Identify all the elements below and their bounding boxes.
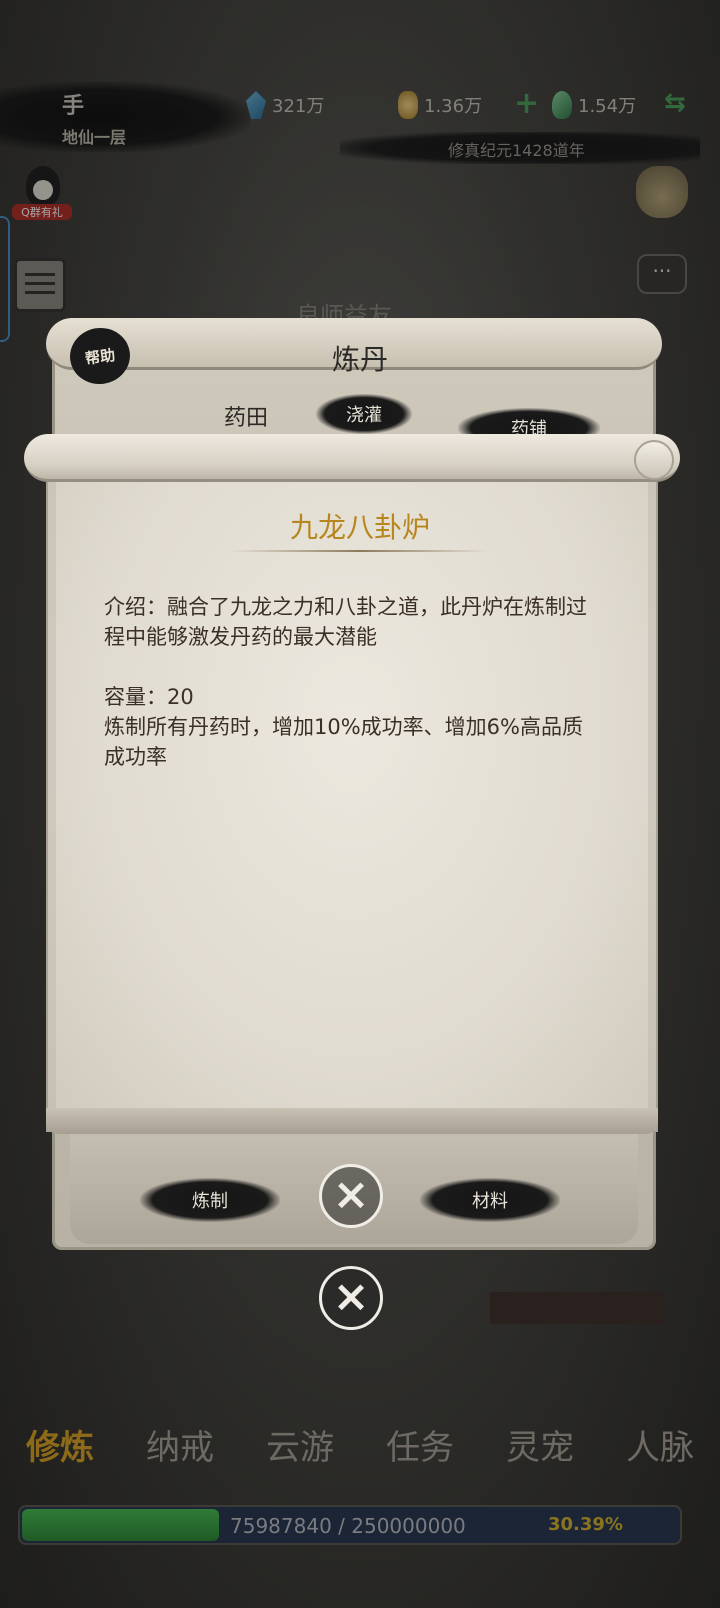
nav-contacts[interactable]: 人脉 bbox=[600, 1420, 720, 1476]
item-description: 介绍：融合了九龙之力和八卦之道，此丹炉在炼制过程中能够激发丹药的最大潜能 bbox=[104, 595, 587, 649]
background-bar bbox=[490, 1292, 664, 1324]
nav-cultivate[interactable]: 修炼 bbox=[0, 1420, 120, 1476]
herb-field-label: 药田 bbox=[224, 406, 269, 431]
scroll-roll-bottom bbox=[46, 1108, 658, 1134]
nav-ring[interactable]: 纳戒 bbox=[120, 1420, 240, 1476]
close-detail-icon[interactable]: × bbox=[319, 1164, 383, 1228]
refine-button[interactable]: 炼制 bbox=[140, 1178, 280, 1222]
close-alchemy-icon[interactable]: × bbox=[319, 1266, 383, 1330]
nav-travel[interactable]: 云游 bbox=[240, 1420, 360, 1476]
item-effect: 炼制所有丹药时，增加10%成功率、增加6%高品质成功率 bbox=[104, 715, 583, 769]
scroll-roll-top bbox=[24, 434, 680, 482]
nav-tasks[interactable]: 任务 bbox=[360, 1420, 480, 1476]
alchemy-title: 炼丹 bbox=[331, 343, 388, 376]
divider bbox=[230, 550, 490, 552]
item-capacity: 容量：20 bbox=[104, 685, 194, 709]
item-name: 九龙八卦炉 bbox=[289, 511, 430, 544]
item-detail-scroll bbox=[46, 450, 658, 1132]
nav-pets[interactable]: 灵宠 bbox=[480, 1420, 600, 1476]
xp-fill bbox=[22, 1509, 219, 1541]
xp-text: 75987840 / 250000000 bbox=[230, 1514, 466, 1538]
xp-percent: 30.39% bbox=[548, 1514, 623, 1535]
water-button[interactable]: 浇灌 bbox=[316, 394, 412, 434]
bottom-nav: 修炼 纳戒 云游 任务 灵宠 人脉 bbox=[0, 1420, 720, 1476]
material-button[interactable]: 材料 bbox=[420, 1178, 560, 1222]
